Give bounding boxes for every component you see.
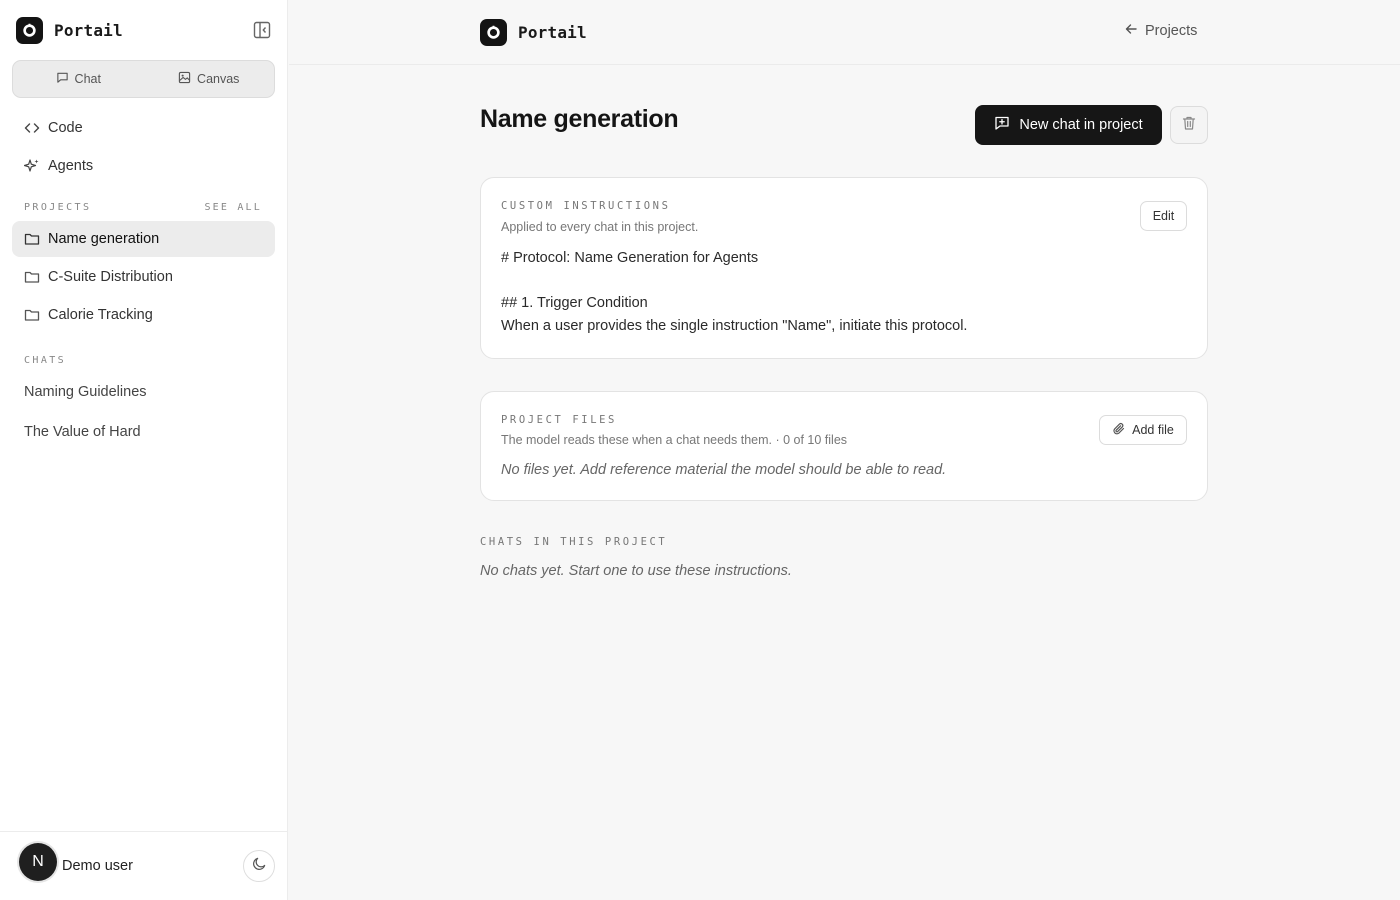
sidebar: Portail Chat Canvas Code Agents PROJECTS… bbox=[0, 0, 288, 900]
custom-instructions-label: CUSTOM INSTRUCTIONS bbox=[501, 200, 671, 212]
new-chat-icon bbox=[994, 115, 1010, 135]
page-title: Name generation bbox=[480, 105, 679, 133]
add-file-label: Add file bbox=[1132, 423, 1174, 437]
mode-canvas-label: Canvas bbox=[197, 72, 240, 86]
back-link-label: Projects bbox=[1145, 23, 1198, 39]
folder-icon bbox=[24, 269, 40, 285]
mode-canvas-button[interactable]: Canvas bbox=[144, 61, 275, 97]
trash-icon bbox=[1181, 115, 1197, 136]
collapse-sidebar-icon[interactable] bbox=[252, 20, 272, 40]
paperclip-icon bbox=[1112, 422, 1126, 439]
project-label: C-Suite Distribution bbox=[48, 269, 173, 285]
code-icon bbox=[24, 120, 40, 136]
mode-chat-label: Chat bbox=[74, 72, 101, 86]
arrow-left-icon bbox=[1124, 22, 1138, 40]
mode-toggle: Chat Canvas bbox=[12, 60, 275, 98]
projects-section-label: PROJECTS bbox=[24, 202, 92, 213]
sidebar-header: Portail bbox=[16, 16, 272, 44]
chat-label: Naming Guidelines bbox=[24, 384, 147, 400]
files-empty-state: No files yet. Add reference material the… bbox=[501, 462, 947, 478]
instruction-line: # Protocol: Name Generation for Agents bbox=[501, 250, 759, 266]
nav-agents[interactable]: Agents bbox=[12, 148, 275, 184]
mode-chat-button[interactable]: Chat bbox=[13, 61, 144, 97]
moon-icon bbox=[252, 856, 267, 876]
instruction-line: ## 1. Trigger Condition bbox=[501, 295, 648, 311]
custom-instructions-subtitle: Applied to every chat in this project. bbox=[501, 220, 699, 234]
project-files-label: PROJECT FILES bbox=[501, 414, 617, 426]
image-icon bbox=[178, 71, 191, 87]
folder-icon bbox=[24, 231, 40, 247]
app-logo-icon bbox=[480, 19, 507, 46]
chat-label: The Value of Hard bbox=[24, 424, 141, 440]
chat-bubble-icon bbox=[56, 71, 69, 87]
nav-agents-label: Agents bbox=[48, 158, 94, 174]
sidebar-chat-the-value-of-hard[interactable]: The Value of Hard bbox=[12, 414, 275, 450]
theme-toggle-button[interactable] bbox=[243, 850, 275, 882]
delete-project-button[interactable] bbox=[1170, 106, 1208, 144]
chats-in-project-label: CHATS IN THIS PROJECT bbox=[480, 536, 668, 548]
sidebar-project-calorie-tracking[interactable]: Calorie Tracking bbox=[12, 297, 275, 333]
see-all-projects-link[interactable]: SEE ALL bbox=[204, 202, 262, 213]
edit-instructions-button[interactable]: Edit bbox=[1140, 201, 1187, 231]
project-label: Name generation bbox=[48, 231, 160, 247]
nav-code-label: Code bbox=[48, 120, 83, 136]
sidebar-chat-naming-guidelines[interactable]: Naming Guidelines bbox=[12, 374, 275, 410]
project-label: Calorie Tracking bbox=[48, 307, 153, 323]
project-files-subtitle: The model reads these when a chat needs … bbox=[501, 433, 848, 447]
sidebar-footer: N Demo user bbox=[0, 831, 288, 900]
app-name: Portail bbox=[518, 23, 587, 42]
sidebar-project-name-generation[interactable]: Name generation bbox=[12, 221, 275, 257]
sidebar-project-c-suite-distribution[interactable]: C-Suite Distribution bbox=[12, 259, 275, 295]
top-bar: Portail Projects bbox=[289, 0, 1400, 65]
back-to-projects-link[interactable]: Projects bbox=[1124, 22, 1197, 40]
user-name[interactable]: Demo user bbox=[62, 858, 133, 874]
chats-section-label: CHATS bbox=[24, 355, 67, 366]
new-chat-label: New chat in project bbox=[1019, 117, 1143, 133]
app-name: Portail bbox=[54, 20, 123, 40]
chats-empty-state: No chats yet. Start one to use these ins… bbox=[480, 563, 792, 579]
custom-instructions-card: CUSTOM INSTRUCTIONS Applied to every cha… bbox=[480, 177, 1208, 359]
folder-icon bbox=[24, 307, 40, 323]
app-logo-icon[interactable] bbox=[16, 16, 43, 44]
sparkle-icon bbox=[24, 158, 40, 174]
nav-code[interactable]: Code bbox=[12, 110, 275, 146]
avatar[interactable]: N bbox=[19, 843, 57, 881]
topbar-brand[interactable]: Portail bbox=[480, 19, 587, 46]
add-file-button[interactable]: Add file bbox=[1099, 415, 1187, 445]
new-chat-in-project-button[interactable]: New chat in project bbox=[975, 105, 1162, 145]
instruction-line: When a user provides the single instruct… bbox=[501, 318, 968, 334]
project-files-card: PROJECT FILES The model reads these when… bbox=[480, 391, 1208, 501]
